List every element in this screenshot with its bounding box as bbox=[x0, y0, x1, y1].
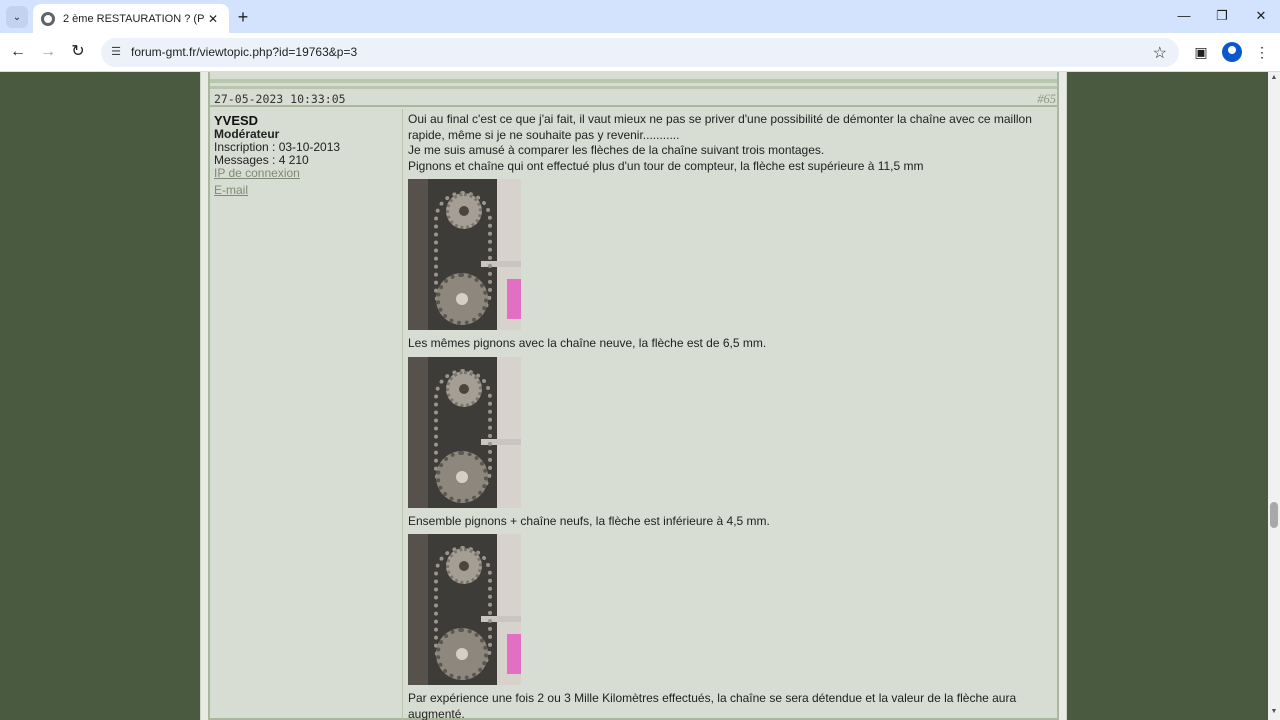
tab-search-button[interactable]: ⌄ bbox=[6, 6, 28, 28]
browser-toolbar: ← → ↻ ☰ forum-gmt.fr/viewtopic.php?id=19… bbox=[0, 33, 1280, 72]
forward-icon[interactable]: → bbox=[37, 41, 59, 63]
post-paragraph: Je me suis amusé à comparer les flèches … bbox=[408, 143, 825, 157]
divider bbox=[210, 79, 1057, 83]
restore-icon[interactable]: ❐ bbox=[1210, 6, 1234, 26]
url-text[interactable]: forum-gmt.fr/viewtopic.php?id=19763&p=3 bbox=[131, 45, 357, 59]
profile-avatar[interactable] bbox=[1222, 42, 1242, 62]
post-caption: Les mêmes pignons avec la chaîne neuve, … bbox=[408, 336, 767, 350]
post-conclusion: Par expérience une fois 2 ou 3 Mille Kil… bbox=[408, 691, 1017, 720]
scroll-down-icon[interactable]: ▼ bbox=[1268, 708, 1280, 718]
scroll-up-icon[interactable]: ▲ bbox=[1268, 74, 1280, 84]
post-date: 27-05-2023 10:33:05 bbox=[214, 92, 346, 106]
tab-bar: ⌄ 2 ème RESTAURATION ? (Page 2) ✕ + — ❐ … bbox=[0, 0, 1280, 33]
window-close-icon[interactable]: ✕ bbox=[1249, 6, 1273, 26]
post-block: 27-05-2023 10:33:05 #65 YVESD Modérateur… bbox=[208, 72, 1059, 720]
chevron-down-icon: ⌄ bbox=[12, 11, 22, 23]
post-paragraph: Pignons et chaîne qui ont effectué plus … bbox=[408, 158, 924, 173]
tab-title: 2 ème RESTAURATION ? (Page 2) bbox=[63, 12, 205, 25]
new-tab-button[interactable]: + bbox=[233, 7, 253, 27]
post-image[interactable] bbox=[408, 179, 521, 330]
active-tab[interactable]: 2 ème RESTAURATION ? (Page 2) ✕ bbox=[33, 4, 229, 33]
post-image[interactable] bbox=[408, 356, 521, 508]
forum-container: 27-05-2023 10:33:05 #65 YVESD Modérateur… bbox=[200, 72, 1067, 720]
ip-link[interactable]: IP de connexion bbox=[214, 167, 398, 180]
globe-icon bbox=[41, 11, 55, 26]
scroll-thumb[interactable] bbox=[1270, 502, 1278, 528]
minimize-icon[interactable]: — bbox=[1172, 6, 1196, 26]
close-icon[interactable]: ✕ bbox=[205, 11, 221, 27]
menu-dots-icon[interactable]: ⋮ bbox=[1252, 42, 1272, 62]
post-caption: Ensemble pignons + chaîne neufs, la flèc… bbox=[408, 513, 770, 528]
email-link[interactable]: E-mail bbox=[214, 184, 398, 197]
post-paragraph: Oui au final c'est ce que j'ai fait, il … bbox=[408, 112, 1032, 142]
page-viewport: 27-05-2023 10:33:05 #65 YVESD Modérateur… bbox=[0, 72, 1268, 720]
page-scrollbar[interactable]: ▲ ▼ bbox=[1268, 72, 1280, 720]
divider bbox=[210, 86, 1057, 89]
post-image[interactable] bbox=[408, 534, 521, 685]
address-bar[interactable]: ☰ forum-gmt.fr/viewtopic.php?id=19763&p=… bbox=[101, 38, 1179, 67]
site-info-icon[interactable]: ☰ bbox=[109, 45, 123, 59]
reload-icon[interactable]: ↻ bbox=[67, 41, 89, 63]
post-permalink[interactable]: #65 bbox=[1037, 92, 1056, 107]
author-name[interactable]: YVESD bbox=[214, 114, 398, 128]
side-panel-icon[interactable]: ▣ bbox=[1191, 42, 1211, 62]
post-header: 27-05-2023 10:33:05 #65 bbox=[210, 91, 1057, 107]
post-body: Oui au final c'est ce que j'ai fait, il … bbox=[408, 112, 1053, 720]
back-icon[interactable]: ← bbox=[7, 41, 29, 63]
bookmark-star-icon[interactable]: ☆ bbox=[1153, 43, 1167, 63]
author-info: YVESD Modérateur Inscription : 03-10-201… bbox=[210, 109, 403, 720]
